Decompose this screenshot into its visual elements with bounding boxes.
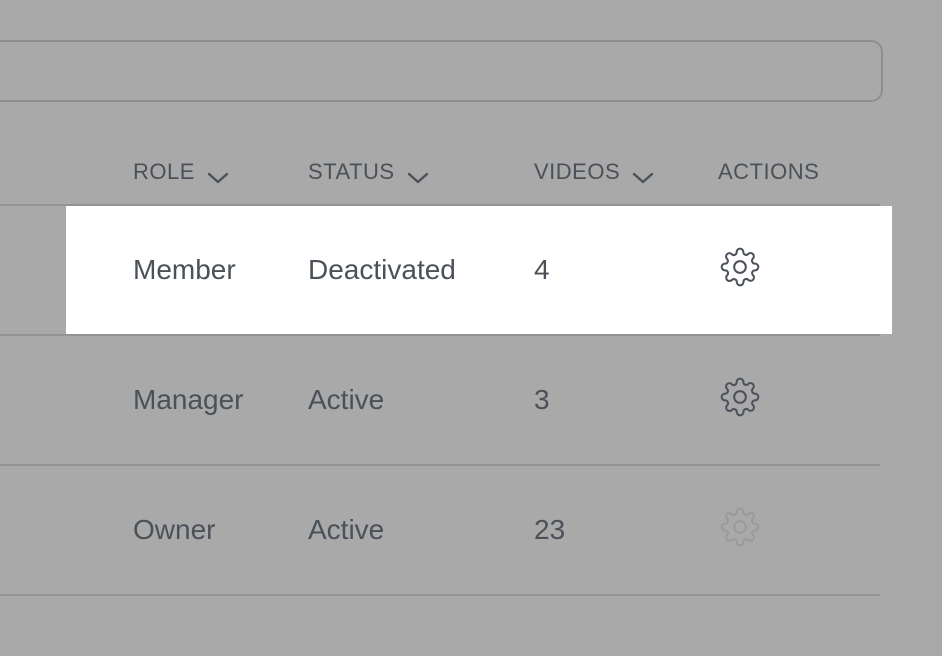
row-divider [0,594,880,596]
gear-icon[interactable] [720,377,760,417]
cell-videos: 4 [534,254,550,285]
column-header-videos[interactable]: VIDEOS [534,158,654,186]
column-header-videos-label: VIDEOS [534,159,621,184]
cell-status: Active [308,514,385,545]
column-header-role[interactable]: ROLE [133,158,229,186]
user-table-page: ROLE STATUS VIDEOS ACTIONS Member Deacti… [0,0,942,656]
column-header-actions: ACTIONS [718,158,819,186]
cell-videos: 3 [534,384,550,415]
column-header-actions-label: ACTIONS [718,159,820,184]
chevron-down-icon [632,165,654,184]
cell-role: Member [133,254,236,285]
chevron-down-icon [207,165,229,184]
cell-status: Active [308,384,385,415]
chevron-down-icon [407,165,429,184]
gear-icon[interactable] [720,247,760,287]
cell-role: Manager [133,384,244,415]
cell-role: Owner [133,514,216,545]
cell-videos: 23 [534,514,566,545]
gear-icon [720,507,760,547]
column-header-status-label: STATUS [308,159,395,184]
cell-status: Deactivated [308,254,456,285]
column-header-role-label: ROLE [133,159,195,184]
column-header-status[interactable]: STATUS [308,158,429,186]
search-input[interactable] [0,40,883,102]
